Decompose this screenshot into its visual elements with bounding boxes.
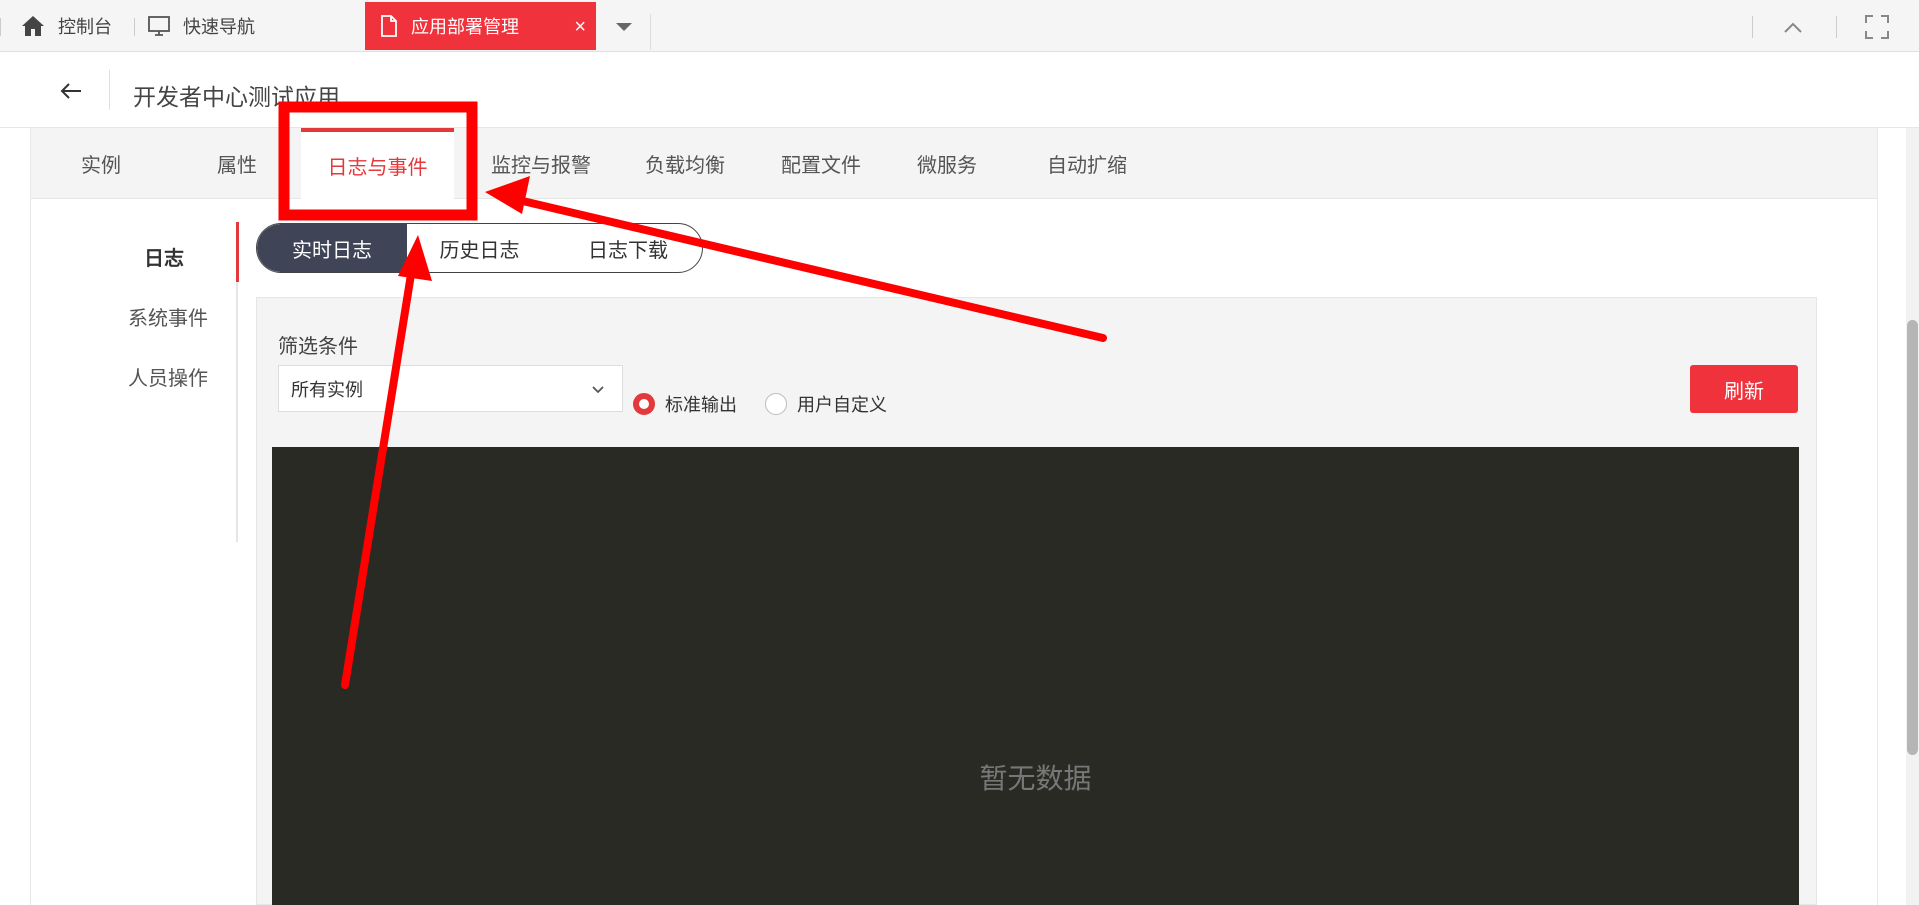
separator [0, 18, 1, 36]
subnav-user-operations[interactable]: 人员操作 [88, 362, 208, 391]
log-type-segment: 实时日志 历史日志 日志下载 [256, 223, 703, 273]
collapse-button[interactable] [1778, 14, 1808, 40]
segment-log-download[interactable]: 日志下载 [553, 224, 702, 272]
tab-properties[interactable]: 属性 [197, 128, 277, 199]
tab-dropdown-button[interactable] [606, 14, 642, 38]
chevron-up-icon [1784, 22, 1802, 33]
radio-checked-icon [633, 393, 655, 415]
separator [134, 18, 135, 36]
tab-console[interactable]: 控制台 [20, 0, 112, 52]
scrollbar-thumb[interactable] [1907, 320, 1918, 755]
close-icon[interactable]: × [574, 16, 586, 39]
fullscreen-icon [1865, 15, 1889, 39]
segment-history-log[interactable]: 历史日志 [407, 224, 552, 272]
arrow-left-icon [60, 83, 81, 99]
radio-unchecked-icon [765, 393, 787, 415]
caret-down-icon [616, 23, 632, 31]
tab-microservices[interactable]: 微服务 [897, 128, 997, 199]
radio-standard-output[interactable]: 标准输出 [633, 391, 737, 417]
separator [1752, 16, 1753, 38]
monitor-icon [148, 16, 170, 36]
instance-select-value: 所有实例 [291, 379, 363, 400]
fullscreen-button[interactable] [1862, 12, 1892, 42]
tab-load-balance[interactable]: 负载均衡 [625, 128, 745, 199]
home-icon [22, 16, 44, 36]
subnav-active-indicator [236, 222, 239, 282]
tab-monitoring[interactable]: 监控与报警 [471, 128, 611, 199]
tab-app-deploy[interactable]: 应用部署管理 × [365, 2, 596, 50]
radio-label: 标准输出 [665, 395, 737, 415]
filter-label: 筛选条件 [278, 336, 358, 358]
top-tab-bar: 控制台 快速导航 应用部署管理 × [0, 0, 1919, 52]
page-header: 开发者中心测试应用 [0, 52, 1919, 128]
tab-config-files[interactable]: 配置文件 [761, 128, 881, 199]
subnav-logs[interactable]: 日志 [64, 242, 184, 271]
subnav-system-events[interactable]: 系统事件 [88, 302, 208, 331]
back-button[interactable] [56, 76, 86, 106]
separator [1836, 16, 1837, 38]
radio-user-defined[interactable]: 用户自定义 [765, 391, 887, 417]
tab-quick-nav[interactable]: 快速导航 [147, 0, 255, 52]
log-viewer[interactable]: 暂无数据 [272, 447, 1799, 905]
tab-label: 快速导航 [183, 17, 255, 37]
main-tab-bar: 实例 属性 日志与事件 监控与报警 负载均衡 配置文件 微服务 自动扩缩 [31, 128, 1877, 199]
refresh-button[interactable]: 刷新 [1690, 365, 1798, 413]
instance-select[interactable]: 所有实例 [278, 365, 623, 412]
separator [109, 70, 110, 110]
tab-label: 应用部署管理 [411, 17, 519, 37]
tab-label: 控制台 [58, 17, 112, 37]
separator [650, 14, 651, 50]
tab-autoscale[interactable]: 自动扩缩 [1027, 128, 1147, 199]
radio-label: 用户自定义 [797, 395, 887, 415]
segment-realtime-log[interactable]: 实时日志 [257, 224, 407, 272]
document-icon [381, 15, 397, 37]
page-title: 开发者中心测试应用 [133, 84, 340, 110]
tab-logs-events[interactable]: 日志与事件 [301, 128, 454, 199]
chevron-down-icon [592, 386, 604, 394]
tab-instances[interactable]: 实例 [61, 128, 141, 199]
empty-state-text: 暂无数据 [979, 763, 1092, 794]
